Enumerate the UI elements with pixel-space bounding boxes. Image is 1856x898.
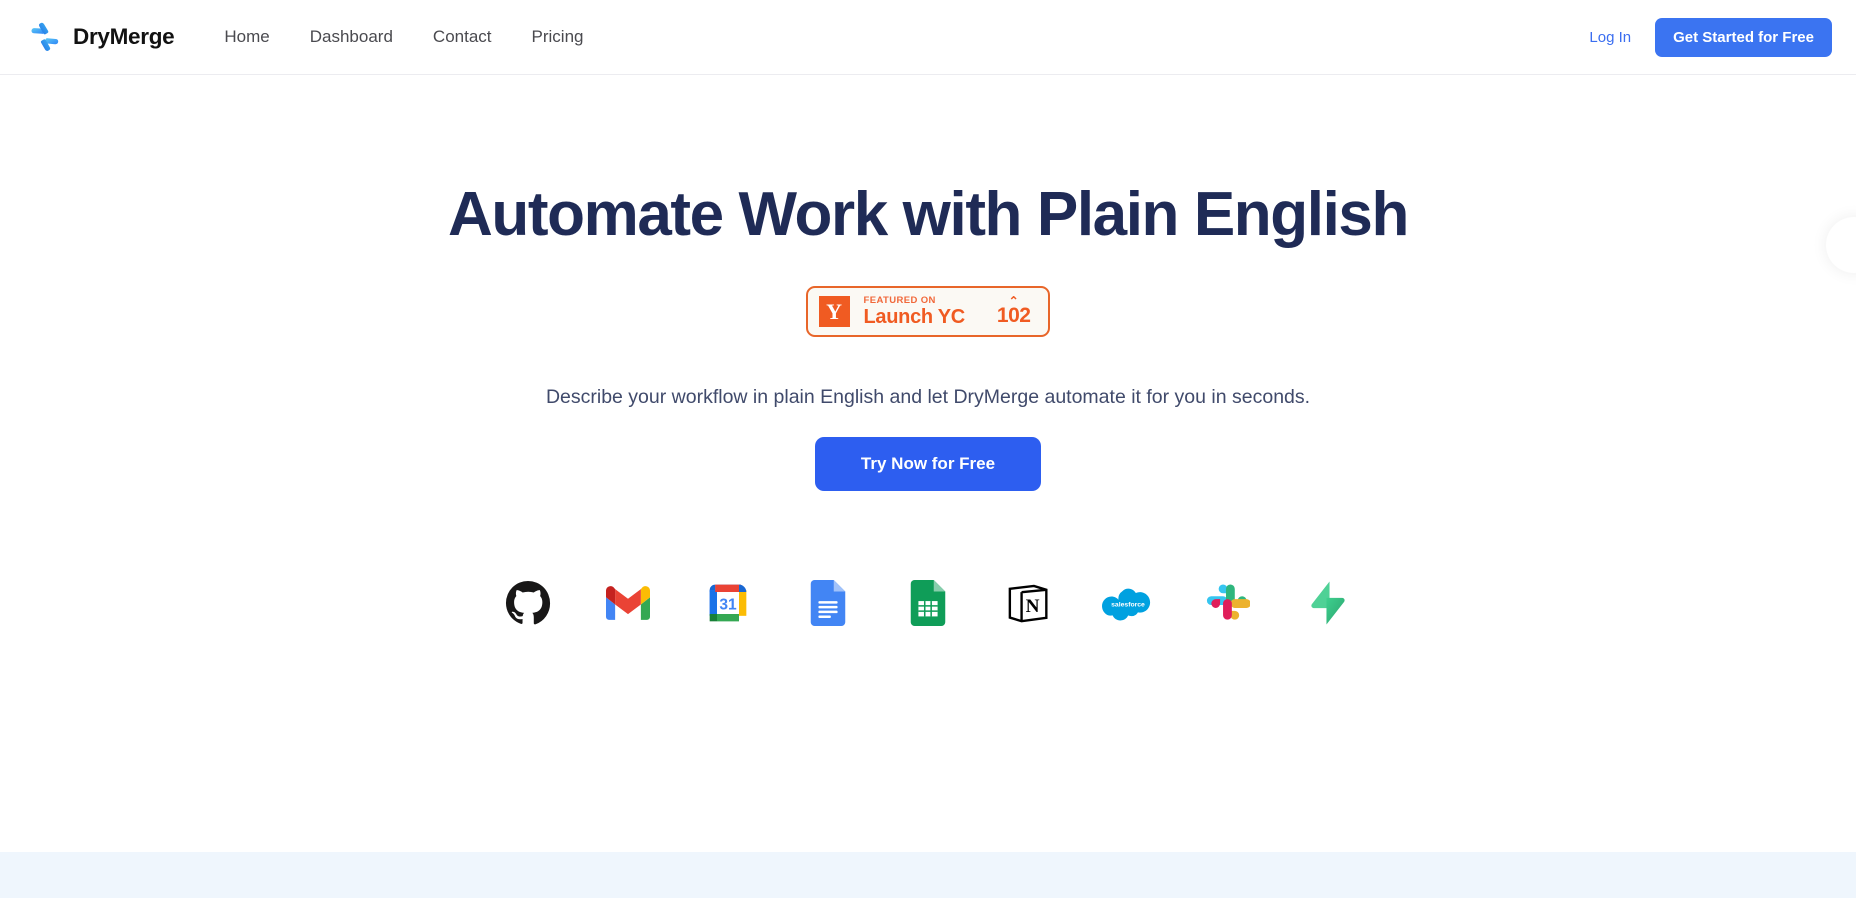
hero-section: Automate Work with Plain English Y FEATU… xyxy=(0,75,1856,852)
google-calendar-icon[interactable]: 31 xyxy=(702,577,754,629)
yc-badge-text: FEATURED ON Launch YC xyxy=(863,294,966,329)
drymerge-pinwheel-icon xyxy=(28,20,62,54)
nav-item-contact[interactable]: Contact xyxy=(413,21,512,53)
primary-nav: Home Dashboard Contact Pricing xyxy=(204,21,603,53)
notion-icon[interactable]: N xyxy=(1002,577,1054,629)
brand-name: DryMerge xyxy=(73,24,175,49)
slack-icon[interactable] xyxy=(1202,577,1254,629)
integration-logos: 31 N salesforce xyxy=(502,577,1354,629)
yc-badge-label: Launch YC xyxy=(863,306,966,329)
svg-text:salesforce: salesforce xyxy=(1111,602,1145,609)
page-title: Automate Work with Plain English xyxy=(448,180,1409,249)
log-in-link[interactable]: Log In xyxy=(1579,23,1641,52)
yc-upvote-count: 102 xyxy=(996,303,1031,327)
yc-upvote-group[interactable]: ⌃ 102 xyxy=(996,295,1031,327)
google-sheets-icon[interactable] xyxy=(902,577,954,629)
brand-logo[interactable]: DryMerge xyxy=(28,20,175,54)
gmail-icon[interactable] xyxy=(602,577,654,629)
header-actions: Log In Get Started for Free xyxy=(1579,17,1832,57)
decorative-edge-circle xyxy=(1826,217,1856,273)
svg-text:31: 31 xyxy=(719,597,737,614)
next-section-band xyxy=(0,852,1856,898)
yc-logo-icon: Y xyxy=(818,296,850,328)
nav-item-dashboard[interactable]: Dashboard xyxy=(290,21,413,53)
nav-item-pricing[interactable]: Pricing xyxy=(512,21,604,53)
svg-text:N: N xyxy=(1026,597,1040,618)
github-icon[interactable] xyxy=(502,577,554,629)
site-header: DryMerge Home Dashboard Contact Pricing … xyxy=(0,0,1856,75)
yc-badge-kicker: FEATURED ON xyxy=(863,294,936,306)
yc-logo-letter: Y xyxy=(826,298,842,324)
google-docs-icon[interactable] xyxy=(802,577,854,629)
try-now-button[interactable]: Try Now for Free xyxy=(814,437,1042,492)
supabase-icon[interactable] xyxy=(1302,577,1354,629)
nav-item-home[interactable]: Home xyxy=(204,21,289,53)
hero-subtitle: Describe your workflow in plain English … xyxy=(545,386,1311,409)
get-started-button[interactable]: Get Started for Free xyxy=(1655,17,1832,57)
launch-yc-badge[interactable]: Y FEATURED ON Launch YC ⌃ 102 xyxy=(805,285,1051,338)
salesforce-icon[interactable]: salesforce xyxy=(1102,577,1154,629)
